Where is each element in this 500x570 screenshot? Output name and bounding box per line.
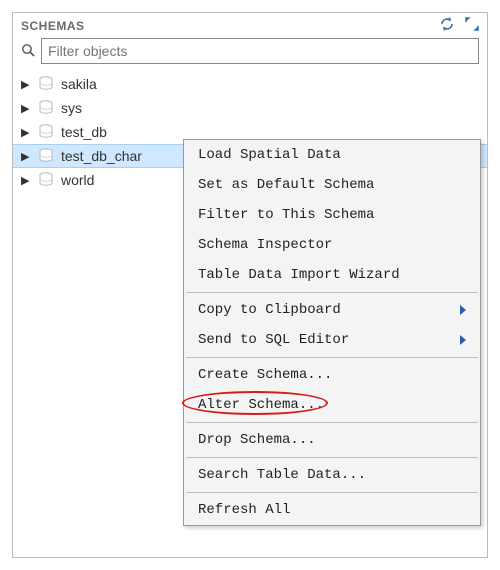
menu-item[interactable]: Send to SQL Editor xyxy=(184,325,480,355)
menu-separator xyxy=(186,457,478,458)
database-icon xyxy=(39,124,53,140)
menu-separator xyxy=(186,492,478,493)
expand-arrow-icon[interactable]: ▶ xyxy=(21,126,33,139)
schema-label: sys xyxy=(61,100,82,116)
database-icon xyxy=(39,148,53,164)
expand-arrow-icon[interactable]: ▶ xyxy=(21,174,33,187)
menu-item[interactable]: Table Data Import Wizard xyxy=(184,260,480,290)
expand-icon[interactable] xyxy=(465,17,479,34)
schema-item[interactable]: ▶ sys xyxy=(13,96,487,120)
expand-arrow-icon[interactable]: ▶ xyxy=(21,78,33,91)
menu-item[interactable]: Schema Inspector xyxy=(184,230,480,260)
schema-label: world xyxy=(61,172,94,188)
schema-label: test_db xyxy=(61,124,107,140)
context-menu: Load Spatial Data Set as Default Schema Fi… xyxy=(183,139,481,526)
header-icons xyxy=(439,17,479,34)
schema-label: sakila xyxy=(61,76,97,92)
menu-item[interactable]: Search Table Data... xyxy=(184,460,480,490)
panel-title: SCHEMAS xyxy=(21,19,439,33)
menu-separator xyxy=(186,292,478,293)
menu-item-label: Send to SQL Editor xyxy=(198,332,349,348)
expand-arrow-icon[interactable]: ▶ xyxy=(21,102,33,115)
menu-item-label: Schema Inspector xyxy=(198,237,332,253)
menu-item-label: Alter Schema... xyxy=(198,397,324,413)
menu-item[interactable]: Copy to Clipboard xyxy=(184,295,480,325)
refresh-icon[interactable] xyxy=(439,17,455,34)
schemas-panel: SCHEMAS xyxy=(12,12,488,558)
filter-input[interactable] xyxy=(41,38,479,64)
search-icon xyxy=(21,43,35,60)
menu-item-label: Set as Default Schema xyxy=(198,177,374,193)
menu-item[interactable]: Filter to This Schema xyxy=(184,200,480,230)
menu-item[interactable]: Alter Schema... xyxy=(184,390,480,420)
search-row xyxy=(13,36,487,70)
menu-item-label: Search Table Data... xyxy=(198,467,366,483)
menu-item-label: Refresh All xyxy=(198,502,290,518)
menu-item[interactable]: Refresh All xyxy=(184,495,480,525)
menu-separator xyxy=(186,357,478,358)
schema-item[interactable]: ▶ sakila xyxy=(13,72,487,96)
menu-item-label: Table Data Import Wizard xyxy=(198,267,400,283)
menu-item[interactable]: Load Spatial Data xyxy=(184,140,480,170)
menu-item-label: Create Schema... xyxy=(198,367,332,383)
menu-separator xyxy=(186,422,478,423)
menu-item-label: Filter to This Schema xyxy=(198,207,374,223)
database-icon xyxy=(39,172,53,188)
schema-label: test_db_char xyxy=(61,148,142,164)
panel-header: SCHEMAS xyxy=(13,13,487,36)
expand-arrow-icon[interactable]: ▶ xyxy=(21,150,33,163)
database-icon xyxy=(39,76,53,92)
menu-item-label: Load Spatial Data xyxy=(198,147,341,163)
menu-item[interactable]: Drop Schema... xyxy=(184,425,480,455)
menu-item-label: Drop Schema... xyxy=(198,432,316,448)
database-icon xyxy=(39,100,53,116)
menu-item[interactable]: Create Schema... xyxy=(184,360,480,390)
menu-item[interactable]: Set as Default Schema xyxy=(184,170,480,200)
menu-item-label: Copy to Clipboard xyxy=(198,302,341,318)
